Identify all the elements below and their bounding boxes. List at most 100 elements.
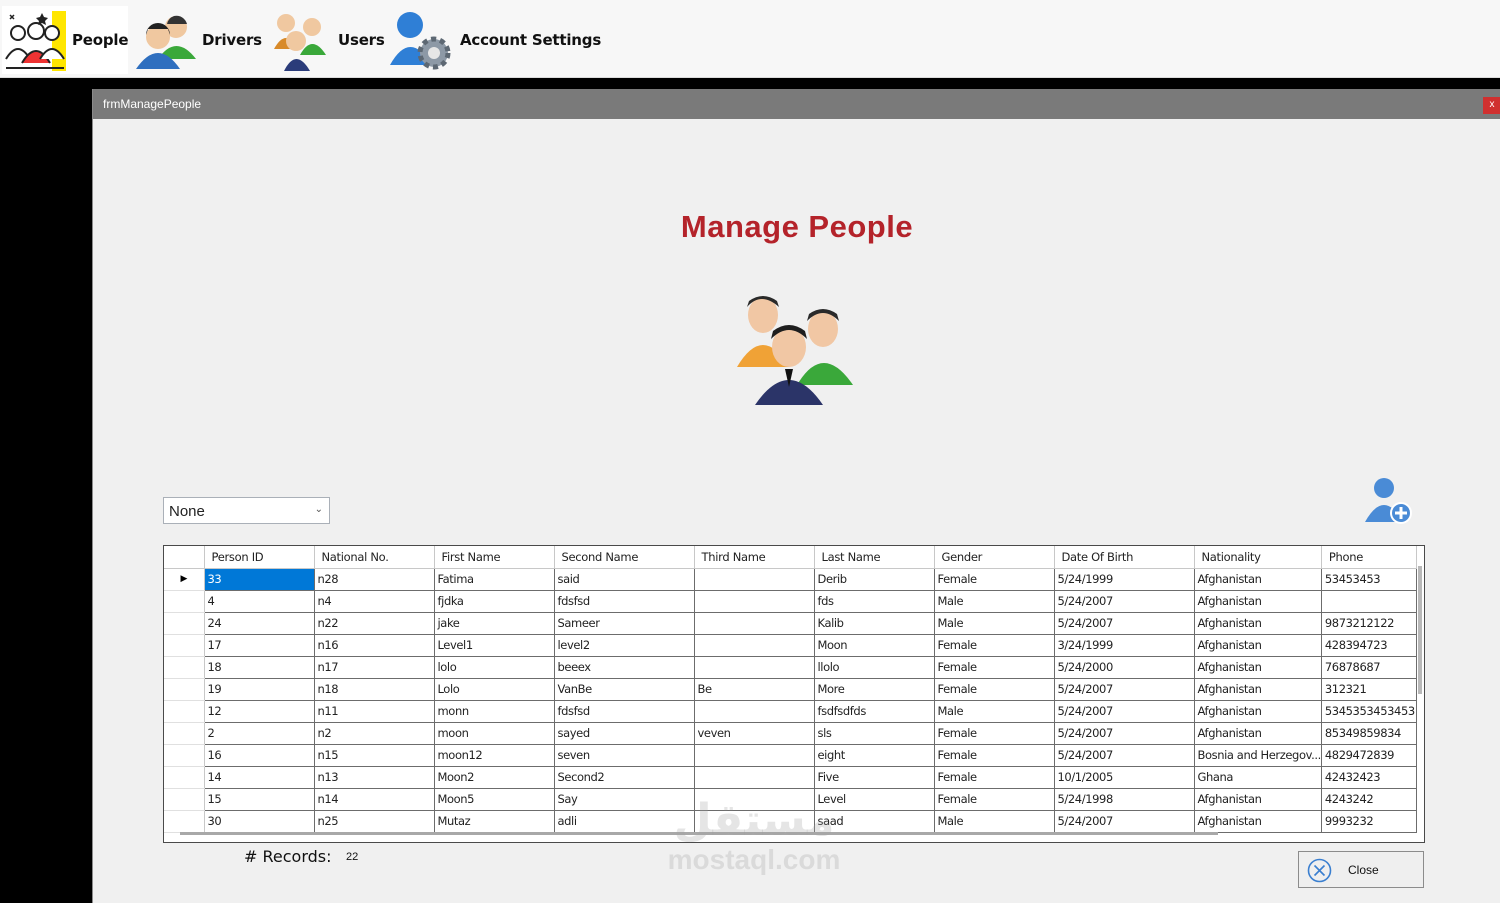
table-cell[interactable]: n4 bbox=[314, 590, 435, 613]
window-titlebar[interactable]: frmManagePeople x bbox=[93, 89, 1500, 119]
table-cell[interactable]: Afghanistan bbox=[1194, 788, 1322, 811]
table-cell[interactable]: Be bbox=[694, 678, 815, 701]
table-cell[interactable]: monn bbox=[434, 700, 555, 723]
table-cell[interactable]: Afghanistan bbox=[1194, 590, 1322, 613]
table-cell[interactable]: 76878687 bbox=[1321, 656, 1417, 679]
table-cell[interactable]: 14 bbox=[204, 766, 315, 789]
table-cell[interactable]: n15 bbox=[314, 744, 435, 767]
table-cell[interactable]: jake bbox=[434, 612, 555, 635]
table-cell[interactable]: 15 bbox=[204, 788, 315, 811]
column-header[interactable]: Nationality bbox=[1194, 546, 1322, 569]
table-cell[interactable]: fds bbox=[814, 590, 935, 613]
table-cell[interactable]: 24 bbox=[204, 612, 315, 635]
table-cell[interactable]: Moon2 bbox=[434, 766, 555, 789]
table-row[interactable]: 12 n11 monn fdsfsd fsdfsdfds Male 5/24/2007 Afg… bbox=[164, 700, 1417, 723]
menu-people[interactable]: People bbox=[2, 6, 129, 74]
filter-by-select[interactable]: None ⌄ bbox=[163, 497, 330, 524]
table-row[interactable]: 14 n13 Moon2 Second2 Five Female 10/1/2005 Ghan… bbox=[164, 766, 1417, 789]
table-cell[interactable]: 5345353453453 bbox=[1321, 700, 1417, 723]
table-cell[interactable]: veven bbox=[694, 722, 815, 745]
table-cell[interactable]: moon12 bbox=[434, 744, 555, 767]
table-row[interactable]: 4 n4 fjdka fdsfsd fds Male 5/24/2007 Afghanista… bbox=[164, 590, 1417, 613]
table-cell[interactable]: fdsfsd bbox=[554, 700, 695, 723]
table-cell[interactable]: Ghana bbox=[1194, 766, 1322, 789]
row-header[interactable] bbox=[164, 722, 205, 745]
table-cell[interactable]: 30 bbox=[204, 810, 315, 833]
table-cell[interactable]: beeex bbox=[554, 656, 695, 679]
vertical-scrollbar[interactable] bbox=[1418, 566, 1422, 694]
table-cell[interactable]: n17 bbox=[314, 656, 435, 679]
table-cell[interactable]: Sameer bbox=[554, 612, 695, 635]
table-cell[interactable]: Female bbox=[934, 656, 1055, 679]
table-cell[interactable]: Female bbox=[934, 678, 1055, 701]
table-cell[interactable]: 3/24/1999 bbox=[1054, 634, 1195, 657]
table-cell[interactable]: n28 bbox=[314, 568, 435, 591]
table-row[interactable]: 16 n15 moon12 seven eight Female 5/24/2007 Bosn… bbox=[164, 744, 1417, 767]
table-cell[interactable] bbox=[694, 700, 815, 723]
table-cell[interactable]: 5/24/2007 bbox=[1054, 744, 1195, 767]
table-cell[interactable]: 428394723 bbox=[1321, 634, 1417, 657]
table-cell[interactable]: Female bbox=[934, 766, 1055, 789]
table-cell[interactable]: 4 bbox=[204, 590, 315, 613]
table-cell[interactable]: Female bbox=[934, 634, 1055, 657]
table-cell[interactable]: Female bbox=[934, 568, 1055, 591]
table-cell[interactable]: 2 bbox=[204, 722, 315, 745]
table-cell[interactable]: 312321 bbox=[1321, 678, 1417, 701]
row-header[interactable] bbox=[164, 788, 205, 811]
table-cell[interactable]: VanBe bbox=[554, 678, 695, 701]
table-cell[interactable]: eight bbox=[814, 744, 935, 767]
row-header[interactable] bbox=[164, 590, 205, 613]
table-cell[interactable]: 4829472839 bbox=[1321, 744, 1417, 767]
row-header[interactable] bbox=[164, 810, 205, 833]
table-cell[interactable]: 9993232 bbox=[1321, 810, 1417, 833]
column-header[interactable]: National No. bbox=[314, 546, 435, 569]
table-cell[interactable]: Kalib bbox=[814, 612, 935, 635]
row-header[interactable] bbox=[164, 612, 205, 635]
table-cell[interactable]: 42432423 bbox=[1321, 766, 1417, 789]
table-cell[interactable]: 5/24/2000 bbox=[1054, 656, 1195, 679]
table-cell[interactable]: 5/24/2007 bbox=[1054, 590, 1195, 613]
table-cell[interactable]: 5/24/2007 bbox=[1054, 810, 1195, 833]
menu-account-settings[interactable]: Account Settings bbox=[390, 6, 601, 74]
table-cell[interactable]: Male bbox=[934, 590, 1055, 613]
table-cell[interactable]: Moon5 bbox=[434, 788, 555, 811]
table-cell[interactable]: fdsfsd bbox=[554, 590, 695, 613]
table-cell[interactable]: fjdka bbox=[434, 590, 555, 613]
table-cell[interactable]: Male bbox=[934, 612, 1055, 635]
table-cell[interactable]: Level1 bbox=[434, 634, 555, 657]
table-cell[interactable]: 9873212122 bbox=[1321, 612, 1417, 635]
table-cell[interactable] bbox=[694, 656, 815, 679]
table-cell[interactable]: 5/24/2007 bbox=[1054, 612, 1195, 635]
table-cell[interactable]: n13 bbox=[314, 766, 435, 789]
table-cell[interactable]: n2 bbox=[314, 722, 435, 745]
table-cell[interactable] bbox=[1321, 590, 1417, 613]
column-header[interactable]: Last Name bbox=[814, 546, 935, 569]
table-cell[interactable]: Afghanistan bbox=[1194, 656, 1322, 679]
table-cell[interactable]: 53453453 bbox=[1321, 568, 1417, 591]
table-cell[interactable]: sls bbox=[814, 722, 935, 745]
menu-drivers[interactable]: Drivers bbox=[134, 6, 262, 74]
table-cell[interactable]: Moon bbox=[814, 634, 935, 657]
table-cell[interactable]: Female bbox=[934, 744, 1055, 767]
table-cell[interactable]: Male bbox=[934, 700, 1055, 723]
table-cell[interactable]: Afghanistan bbox=[1194, 634, 1322, 657]
table-cell[interactable]: n11 bbox=[314, 700, 435, 723]
table-cell[interactable]: Afghanistan bbox=[1194, 612, 1322, 635]
table-cell[interactable] bbox=[694, 590, 815, 613]
table-cell[interactable]: lolo bbox=[434, 656, 555, 679]
table-cell[interactable] bbox=[694, 568, 815, 591]
table-cell[interactable]: sayed bbox=[554, 722, 695, 745]
column-header[interactable]: Second Name bbox=[554, 546, 695, 569]
table-cell[interactable]: 10/1/2005 bbox=[1054, 766, 1195, 789]
table-cell[interactable]: Afghanistan bbox=[1194, 700, 1322, 723]
table-cell[interactable]: 5/24/1999 bbox=[1054, 568, 1195, 591]
table-cell[interactable] bbox=[694, 744, 815, 767]
table-cell[interactable] bbox=[694, 766, 815, 789]
row-header[interactable] bbox=[164, 744, 205, 767]
table-cell[interactable]: 12 bbox=[204, 700, 315, 723]
table-cell[interactable]: 16 bbox=[204, 744, 315, 767]
column-header[interactable]: Third Name bbox=[694, 546, 815, 569]
column-header[interactable]: First Name bbox=[434, 546, 555, 569]
table-cell[interactable]: 5/24/2007 bbox=[1054, 700, 1195, 723]
row-header[interactable] bbox=[164, 656, 205, 679]
